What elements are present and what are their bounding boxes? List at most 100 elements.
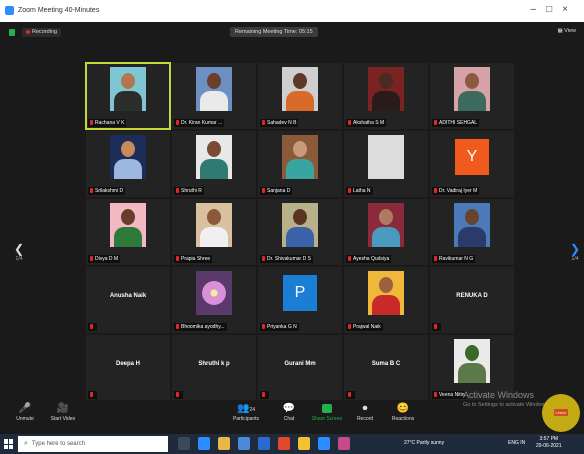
participant-head xyxy=(121,141,135,157)
meeting-topbar: Recording Remaining Meeting Time: 05:15 … xyxy=(0,22,584,44)
participant-picture xyxy=(196,271,232,315)
participant-tile[interactable]: P Priyanka G N xyxy=(258,267,342,333)
participant-tile[interactable]: Suma B C xyxy=(344,335,428,401)
participant-nameplate: Sanjana D xyxy=(260,187,293,195)
muted-mic-icon xyxy=(262,188,265,193)
participant-tile[interactable]: Rachana V K xyxy=(85,62,171,130)
participant-video xyxy=(110,203,146,247)
participant-body xyxy=(372,91,400,111)
unmute-button[interactable]: 🎤 Unmute xyxy=(6,402,44,422)
participants-icon: 👥24 xyxy=(236,403,255,414)
muted-mic-icon xyxy=(90,324,93,329)
chat-button[interactable]: 💬 Chat xyxy=(270,402,308,422)
participant-tile[interactable]: Prajwal Naik xyxy=(344,267,428,333)
app-icon[interactable] xyxy=(278,437,290,450)
store-icon[interactable] xyxy=(238,437,250,450)
participant-head xyxy=(207,209,221,225)
participant-tile[interactable]: Dr. Kiran Kumar ... xyxy=(172,63,256,129)
microphone-muted-icon: 🎤 xyxy=(18,403,32,414)
participant-tile[interactable]: Bhoomika ayodhy... xyxy=(172,267,256,333)
video-off-icon: 🎥 xyxy=(56,403,70,414)
participant-head xyxy=(121,209,135,225)
taskbar-search-box[interactable]: ⌕ Type here to search xyxy=(18,436,168,452)
meeting-window: Recording Remaining Meeting Time: 05:15 … xyxy=(0,22,584,434)
participants-button[interactable]: 👥24 Participants xyxy=(227,402,265,422)
mail-icon[interactable] xyxy=(258,437,270,450)
participant-head xyxy=(379,277,393,293)
file-explorer-icon[interactable] xyxy=(218,437,230,450)
participant-video xyxy=(282,203,318,247)
clock[interactable]: 3:57 PM 29-06-2021 xyxy=(536,436,562,450)
start-video-button[interactable]: 🎥 Start Video xyxy=(44,402,82,422)
chrome-icon[interactable] xyxy=(298,437,310,450)
participant-body xyxy=(372,159,400,179)
weather-widget[interactable]: 27°C Partly sunny xyxy=(404,440,444,446)
muted-mic-icon xyxy=(176,188,179,193)
participant-nameplate xyxy=(174,391,183,399)
participant-nameplate: Dr. Vadiraj Iyer M xyxy=(432,187,480,195)
participant-tile[interactable]: Shruthi R xyxy=(172,131,256,197)
participant-tile[interactable]: Ayesha Qudsiya xyxy=(344,199,428,265)
participant-tile[interactable]: Dr. Shivakumar D S xyxy=(258,199,342,265)
recording-label: Recording xyxy=(32,29,58,35)
participant-tile[interactable]: Deepa H xyxy=(86,335,170,401)
participant-body xyxy=(458,227,486,247)
participant-body xyxy=(286,159,314,179)
participant-tile[interactable]: Latha N xyxy=(344,131,428,197)
watermark-title: Activate Windows xyxy=(463,390,535,400)
view-button[interactable]: ▦ View xyxy=(557,28,576,34)
share-screen-button[interactable]: Share Screen xyxy=(308,402,346,422)
participant-name: Dr. Shivakumar D S xyxy=(267,256,311,262)
close-button[interactable]: × xyxy=(562,4,578,15)
participant-nameplate xyxy=(260,391,269,399)
participant-nameplate: Dr. Shivakumar D S xyxy=(260,255,313,263)
app-icon-2[interactable] xyxy=(338,437,350,450)
participant-name-large: Suma B C xyxy=(371,361,401,367)
participant-video xyxy=(196,67,232,111)
edge-browser-icon[interactable] xyxy=(198,437,210,450)
participant-tile[interactable]: Sanjana D xyxy=(258,131,342,197)
participant-tile[interactable]: Ravikumar N G xyxy=(430,199,514,265)
participant-tile[interactable]: Gurani Mm xyxy=(258,335,342,401)
windows-start-icon[interactable] xyxy=(4,439,14,449)
muted-mic-icon xyxy=(262,324,265,329)
reactions-button[interactable]: 😊 Reactions xyxy=(384,402,422,422)
participant-tile[interactable]: Shruthi k p xyxy=(172,335,256,401)
participant-head xyxy=(379,209,393,225)
muted-mic-icon xyxy=(90,392,93,397)
muted-mic-icon xyxy=(348,120,351,125)
recording-indicator[interactable]: Recording xyxy=(22,28,62,37)
maximize-button[interactable]: □ xyxy=(546,4,562,15)
participant-tile[interactable]: Prapia Shree xyxy=(172,199,256,265)
participant-tile[interactable]: ADITHI SEHGAL xyxy=(430,63,514,129)
participant-tile[interactable]: Srilakshmi D xyxy=(86,131,170,197)
participant-tile[interactable]: Sahadev N B xyxy=(258,63,342,129)
participant-nameplate: Ayesha Qudsiya xyxy=(346,255,392,263)
participant-head xyxy=(207,73,221,89)
leave-meeting-button[interactable]: Leave xyxy=(542,394,580,432)
language-indicator[interactable]: ENG IN xyxy=(508,440,525,446)
view-label: View xyxy=(564,28,576,34)
search-placeholder: Type here to search xyxy=(31,441,85,447)
security-shield-icon[interactable] xyxy=(9,29,15,36)
participant-tile[interactable]: Akshatha S M xyxy=(344,63,428,129)
participant-head xyxy=(465,209,479,225)
next-page-button[interactable]: ❯ 1/4 xyxy=(570,242,580,262)
participant-nameplate xyxy=(88,323,97,331)
task-view-icon[interactable] xyxy=(178,437,190,450)
participant-name: Divya D M xyxy=(95,256,119,262)
participant-tile[interactable]: Y Dr. Vadiraj Iyer M xyxy=(430,131,514,197)
clock-date: 29-06-2021 xyxy=(536,443,562,449)
record-button[interactable]: ⏺ Record xyxy=(346,402,384,422)
participant-head xyxy=(207,141,221,157)
participant-tile[interactable]: Anusha Naik xyxy=(86,267,170,333)
reactions-label: Reactions xyxy=(391,416,415,422)
minimize-button[interactable]: – xyxy=(531,4,547,15)
prev-page-button[interactable]: ❮ 1/4 xyxy=(14,242,24,262)
muted-mic-icon xyxy=(176,256,179,261)
participant-tile[interactable]: Divya D M xyxy=(86,199,170,265)
participant-body xyxy=(200,159,228,179)
participant-tile[interactable]: RENUKA D xyxy=(430,267,514,333)
participant-video xyxy=(454,203,490,247)
zoom-taskbar-icon[interactable] xyxy=(318,437,330,450)
